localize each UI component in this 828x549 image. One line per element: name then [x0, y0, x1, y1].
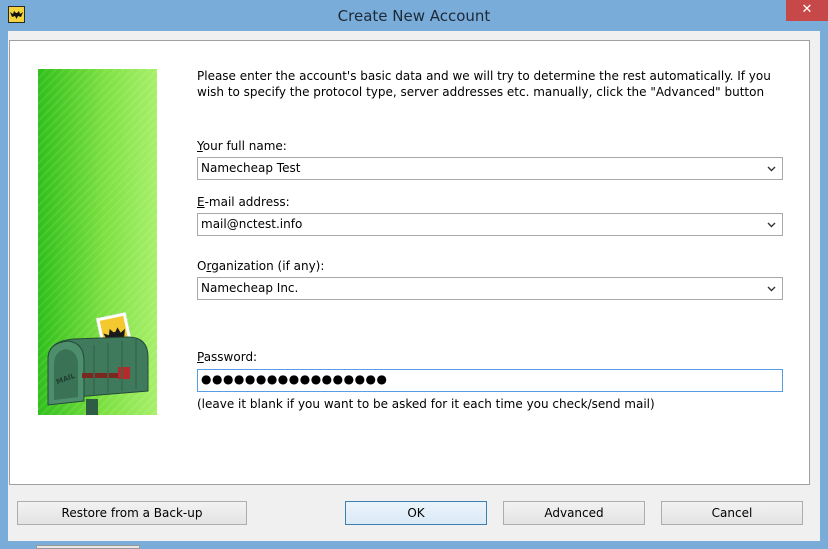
password-label: Password:: [197, 350, 257, 364]
chevron-down-icon: [767, 166, 776, 172]
email-label-text: -mail address:: [204, 195, 290, 209]
full-name-value: Namecheap Test: [201, 161, 301, 175]
status-segment: [36, 545, 140, 549]
organization-value: Namecheap Inc.: [201, 281, 299, 295]
full-name-label-text: our full name:: [202, 139, 287, 153]
wizard-sidebar-image: MAIL: [38, 69, 157, 415]
full-name-label: Your full name:: [197, 139, 287, 153]
content-panel: MAIL Please enter the account's basic da…: [9, 40, 810, 485]
full-name-combobox[interactable]: Namecheap Test: [197, 157, 783, 180]
advanced-button[interactable]: Advanced: [503, 501, 645, 525]
dialog-client-area: MAIL Please enter the account's basic da…: [8, 31, 820, 541]
restore-backup-button[interactable]: Restore from a Back-up: [17, 501, 247, 525]
email-label: E-mail address:: [197, 195, 290, 209]
window-title: Create New Account: [337, 7, 491, 25]
password-hint: (leave it blank if you want to be asked …: [197, 397, 655, 411]
chevron-down-icon: [767, 286, 776, 292]
close-button[interactable]: ✕: [786, 0, 828, 21]
organization-dropdown-button[interactable]: [763, 278, 780, 299]
password-label-accesskey: P: [197, 350, 204, 364]
email-combobox[interactable]: mail@nctest.info: [197, 213, 783, 236]
organization-label-text: ganization (if any):: [211, 259, 325, 273]
chevron-down-icon: [767, 222, 776, 228]
dialog-window: Create New Account ✕ MAIL Please enter t…: [0, 0, 828, 549]
email-value: mail@nctest.info: [201, 217, 303, 231]
password-input[interactable]: ●●●●●●●●●●●●●●●●●: [197, 369, 783, 392]
intro-text: Please enter the account's basic data an…: [197, 69, 771, 99]
email-dropdown-button[interactable]: [763, 214, 780, 235]
organization-label: Organization (if any):: [197, 259, 324, 273]
title-bar[interactable]: Create New Account ✕: [0, 0, 828, 31]
cancel-button[interactable]: Cancel: [661, 501, 803, 525]
full-name-dropdown-button[interactable]: [763, 158, 780, 179]
status-bar: [0, 541, 828, 549]
mailbox-icon: [47, 311, 149, 415]
organization-combobox[interactable]: Namecheap Inc.: [197, 277, 783, 300]
password-label-text: assword:: [203, 350, 258, 364]
password-masked-value: ●●●●●●●●●●●●●●●●●: [201, 372, 388, 386]
ok-button[interactable]: OK: [345, 501, 487, 525]
email-label-accesskey: E: [197, 195, 205, 209]
